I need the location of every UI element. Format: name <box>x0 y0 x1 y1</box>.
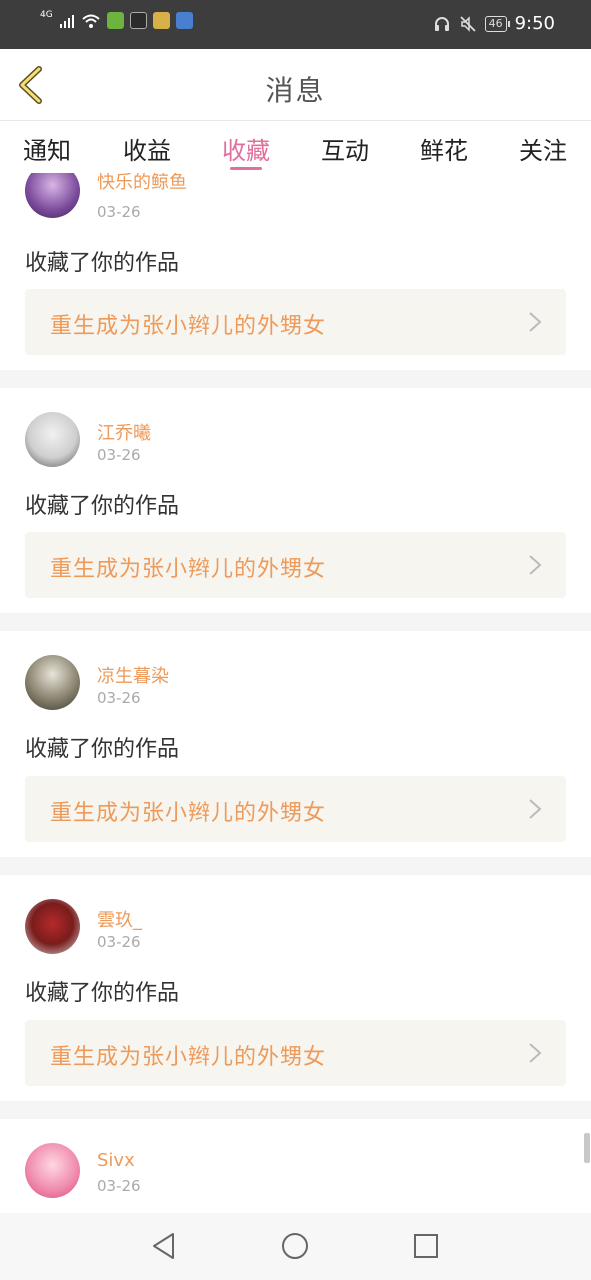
chevron-right-icon <box>529 555 542 575</box>
notification-app-icon <box>175 12 193 29</box>
avatar[interactable] <box>25 1143 80 1198</box>
list-item: Sivx 03-26 <box>0 1119 591 1213</box>
nav-home-icon[interactable] <box>280 1231 310 1261</box>
work-link[interactable]: 重生成为张小辫儿的外甥女 <box>25 1020 566 1086</box>
tab-flowers[interactable]: 鲜花 <box>409 131 479 166</box>
work-title: 重生成为张小辫儿的外甥女 <box>50 557 327 582</box>
tab-notifications[interactable]: 通知 <box>12 131 82 166</box>
work-title: 重生成为张小辫儿的外甥女 <box>50 801 327 826</box>
chevron-right-icon <box>529 1043 542 1063</box>
action-text: 收藏了你的作品 <box>25 981 180 1006</box>
username[interactable]: 江乔曦 <box>97 419 151 445</box>
action-text: 收藏了你的作品 <box>25 737 180 762</box>
list-item: 江乔曦 03-26 收藏了你的作品 重生成为张小辫儿的外甥女 <box>0 388 591 613</box>
network-type: 4G <box>40 9 53 20</box>
notification-app-icon <box>129 12 147 29</box>
wifi-icon <box>82 14 100 28</box>
nav-back-icon[interactable] <box>149 1231 179 1261</box>
work-link[interactable]: 重生成为张小辫儿的外甥女 <box>25 532 566 598</box>
work-title: 重生成为张小辫儿的外甥女 <box>50 1045 327 1070</box>
username[interactable]: 快乐的鲸鱼 <box>97 173 187 194</box>
tab-favorites[interactable]: 收藏 <box>211 131 281 166</box>
clock: 9:50 <box>514 13 555 34</box>
signal-icon <box>59 14 74 28</box>
work-link[interactable]: 重生成为张小辫儿的外甥女 <box>25 289 566 355</box>
nav-recents-icon[interactable] <box>411 1231 441 1261</box>
avatar[interactable] <box>25 412 80 467</box>
username[interactable]: 雲玖_ <box>97 906 142 932</box>
status-right: 46 9:50 <box>433 13 555 34</box>
system-nav-bar <box>0 1213 591 1280</box>
tab-bar: 通知 收益 收藏 互动 鲜花 关注 <box>0 121 591 173</box>
username[interactable]: 凉生暮染 <box>97 662 169 688</box>
work-link[interactable]: 重生成为张小辫儿的外甥女 <box>25 776 566 842</box>
active-tab-indicator <box>230 167 262 170</box>
list-item: 凉生暮染 03-26 收藏了你的作品 重生成为张小辫儿的外甥女 <box>0 631 591 857</box>
action-text: 收藏了你的作品 <box>25 494 180 519</box>
message-date: 03-26 <box>97 689 141 707</box>
page-title: 消息 <box>265 74 326 107</box>
list-item: 雲玖_ 03-26 收藏了你的作品 重生成为张小辫儿的外甥女 <box>0 875 591 1101</box>
message-list[interactable]: 快乐的鲸鱼 03-26 收藏了你的作品 重生成为张小辫儿的外甥女 江乔曦 03-… <box>0 173 591 1213</box>
avatar[interactable] <box>25 655 80 710</box>
avatar[interactable] <box>25 899 80 954</box>
tab-interactions[interactable]: 互动 <box>310 131 380 166</box>
message-date: 03-26 <box>97 1177 141 1195</box>
status-bar: 4G 46 9:50 <box>0 0 591 49</box>
status-left: 4G <box>40 9 193 29</box>
username[interactable]: Sivx <box>97 1150 135 1171</box>
scrollbar[interactable] <box>584 1133 590 1163</box>
message-date: 03-26 <box>97 203 141 221</box>
battery-icon: 46 <box>484 15 510 32</box>
message-date: 03-26 <box>97 446 141 464</box>
headphones-icon <box>434 16 449 31</box>
chevron-right-icon <box>529 312 542 332</box>
mute-icon <box>459 15 476 32</box>
tab-follows[interactable]: 关注 <box>508 131 578 166</box>
message-date: 03-26 <box>97 933 141 951</box>
avatar[interactable] <box>25 173 80 218</box>
notification-app-icon <box>106 12 124 29</box>
app-header: 消息 <box>0 49 591 121</box>
tab-earnings[interactable]: 收益 <box>112 131 182 166</box>
notification-app-icon <box>152 12 170 29</box>
list-item: 快乐的鲸鱼 03-26 收藏了你的作品 重生成为张小辫儿的外甥女 <box>0 173 591 370</box>
action-text: 收藏了你的作品 <box>25 251 180 276</box>
chevron-right-icon <box>529 799 542 819</box>
work-title: 重生成为张小辫儿的外甥女 <box>50 314 327 339</box>
